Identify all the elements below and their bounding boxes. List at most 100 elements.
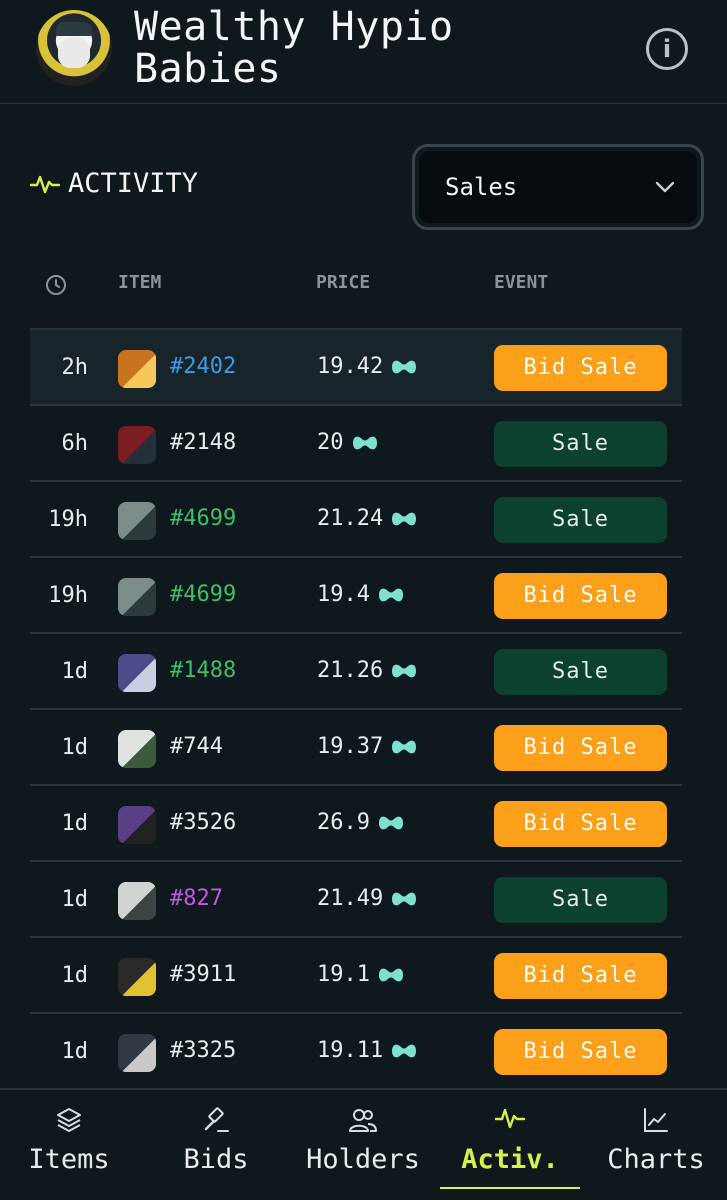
event-badge: Bid Sale <box>494 573 667 619</box>
activity-icon <box>494 1106 526 1134</box>
table-row[interactable]: 1d #3526 26.9 Bid Sale <box>30 784 682 860</box>
item-link[interactable]: #4699 <box>170 582 236 607</box>
column-header-item[interactable]: ITEM <box>118 272 161 293</box>
item-thumbnail[interactable] <box>118 1034 156 1072</box>
activity-pulse-icon <box>30 175 60 193</box>
users-icon <box>348 1106 378 1138</box>
hype-token-icon <box>392 360 417 373</box>
chevron-down-icon <box>655 181 675 193</box>
table-row[interactable]: 2h #2402 19.42 Bid Sale <box>30 328 682 404</box>
tab-label: Items <box>28 1144 110 1175</box>
price-value: 19.1 <box>317 962 370 987</box>
event-badge: Bid Sale <box>494 953 667 999</box>
event-badge: Bid Sale <box>494 801 667 847</box>
title-line-2: Babies <box>134 46 282 92</box>
sale-price: 19.4 <box>317 582 406 607</box>
item-link[interactable]: #827 <box>170 886 223 911</box>
table-row[interactable]: 1d #744 19.37 Bid Sale <box>30 708 682 784</box>
sale-price: 20 <box>317 430 380 455</box>
bottom-navigation: Items Bids Holders Activ. Charts <box>0 1088 727 1200</box>
activity-heading: ACTIVITY <box>30 168 198 199</box>
tab-label: Holders <box>306 1144 420 1175</box>
price-value: 19.11 <box>317 1038 384 1063</box>
tab-items[interactable]: Items <box>0 1090 138 1200</box>
hype-token-icon <box>392 512 417 525</box>
sale-time: 1d <box>61 735 89 760</box>
item-thumbnail[interactable] <box>118 882 156 920</box>
hype-token-icon <box>378 588 403 601</box>
table-row[interactable]: 1d #1488 21.26 Sale <box>30 632 682 708</box>
sale-time: 19h <box>48 583 88 608</box>
hype-token-icon <box>378 968 403 981</box>
event-badge: Sale <box>494 497 667 543</box>
column-header-event[interactable]: EVENT <box>494 272 548 293</box>
hype-token-icon <box>392 1044 417 1057</box>
price-value: 19.42 <box>317 354 384 379</box>
clock-icon <box>46 275 66 295</box>
item-link[interactable]: #744 <box>170 734 223 759</box>
item-link[interactable]: #1488 <box>170 658 236 683</box>
item-link[interactable]: #3911 <box>170 962 236 987</box>
table-row[interactable]: 6h #2148 20 Sale <box>30 404 682 480</box>
tab-label: Bids <box>183 1144 249 1175</box>
table-row[interactable]: 19h #4699 19.4 Bid Sale <box>30 556 682 632</box>
item-thumbnail[interactable] <box>118 502 156 540</box>
column-header-price[interactable]: PRICE <box>316 272 370 293</box>
sale-time: 1d <box>61 963 89 988</box>
info-icon[interactable]: i <box>646 28 688 70</box>
event-badge: Bid Sale <box>494 345 667 391</box>
tab-label: Activ. <box>461 1144 559 1175</box>
event-badge: Bid Sale <box>494 1029 667 1075</box>
tab-label: Charts <box>607 1144 705 1175</box>
collection-avatar <box>36 10 112 86</box>
price-value: 26.9 <box>317 810 370 835</box>
tab-charts[interactable]: Charts <box>585 1090 727 1200</box>
sale-time: 1d <box>61 887 89 912</box>
hype-token-icon <box>392 892 417 905</box>
item-thumbnail[interactable] <box>118 806 156 844</box>
sale-time: 6h <box>61 431 89 456</box>
title-line-1: Wealthy Hypio <box>134 4 454 50</box>
event-badge: Sale <box>494 421 667 467</box>
item-thumbnail[interactable] <box>118 578 156 616</box>
tab-holders[interactable]: Holders <box>290 1090 436 1200</box>
sale-price: 21.26 <box>317 658 419 683</box>
hype-token-icon <box>392 740 417 753</box>
hype-token-icon <box>392 664 417 677</box>
active-tab-indicator <box>440 1187 580 1189</box>
event-filter-select[interactable]: Sales <box>412 144 704 230</box>
hype-token-icon <box>378 816 403 829</box>
item-link[interactable]: #2402 <box>170 354 236 379</box>
hype-token-icon <box>352 436 377 449</box>
table-row[interactable]: 1d #3911 19.1 Bid Sale <box>30 936 682 1012</box>
item-thumbnail[interactable] <box>118 958 156 996</box>
table-row[interactable]: 19h #4699 21.24 Sale <box>30 480 682 556</box>
item-link[interactable]: #3526 <box>170 810 236 835</box>
chart-icon <box>642 1106 670 1138</box>
tab-bids[interactable]: Bids <box>146 1090 286 1200</box>
table-row[interactable]: 1d #3325 19.11 Bid Sale <box>30 1012 682 1088</box>
event-badge: Bid Sale <box>494 725 667 771</box>
item-thumbnail[interactable] <box>118 730 156 768</box>
item-thumbnail[interactable] <box>118 426 156 464</box>
sale-time: 2h <box>61 355 89 380</box>
sale-price: 19.37 <box>317 734 419 759</box>
sale-price: 26.9 <box>317 810 406 835</box>
sale-time: 1d <box>61 659 89 684</box>
price-value: 21.49 <box>317 886 384 911</box>
item-link[interactable]: #2148 <box>170 430 236 455</box>
tab-activ[interactable]: Activ. <box>437 1090 583 1200</box>
gavel-icon <box>202 1106 230 1138</box>
sale-time: 1d <box>61 811 89 836</box>
item-link[interactable]: #4699 <box>170 506 236 531</box>
price-value: 20 <box>317 430 344 455</box>
app-header: Wealthy Hypio Babies i <box>0 0 727 104</box>
table-row[interactable]: 1d #827 21.49 Sale <box>30 860 682 936</box>
item-link[interactable]: #3325 <box>170 1038 236 1063</box>
layers-icon <box>55 1106 83 1138</box>
sale-price: 19.1 <box>317 962 406 987</box>
item-thumbnail[interactable] <box>118 654 156 692</box>
price-value: 19.37 <box>317 734 384 759</box>
sale-time: 19h <box>48 507 88 532</box>
item-thumbnail[interactable] <box>118 350 156 388</box>
